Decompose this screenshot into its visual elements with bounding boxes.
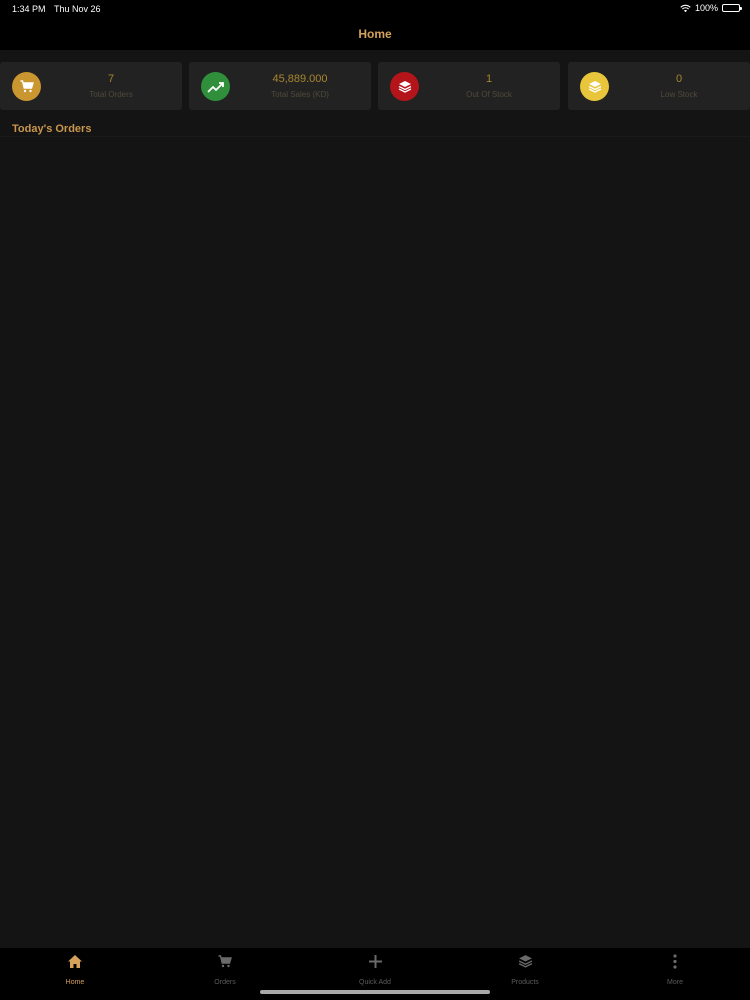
page-title: Home (358, 27, 392, 41)
layers-icon (580, 72, 609, 101)
home-indicator[interactable] (260, 990, 490, 994)
more-vertical-icon (673, 953, 677, 969)
stat-card-total-orders[interactable]: 7 Total Orders (0, 62, 182, 110)
tab-products[interactable]: Products (450, 948, 600, 992)
cart-icon (12, 72, 41, 101)
tab-products-label: Products (511, 979, 539, 986)
stat-card-low-stock[interactable]: 0 Low Stock (568, 62, 750, 110)
status-bar: 1:34 PM Thu Nov 26 100% (0, 0, 750, 18)
tab-home[interactable]: Home (0, 948, 150, 992)
navigation-bar: Home (0, 18, 750, 50)
battery-percent: 100% (694, 3, 718, 13)
battery-icon (722, 4, 742, 12)
tab-more[interactable]: More (600, 948, 750, 992)
status-date: Thu Nov 26 (54, 4, 101, 14)
total-sales-value: 45,889.000 (272, 73, 328, 85)
trending-up-icon (201, 72, 230, 101)
tab-orders-label: Orders (214, 979, 236, 986)
tab-quick-add-label: Quick Add (359, 979, 391, 986)
total-sales-label: Total Sales (KD) (271, 90, 329, 99)
tab-more-label: More (667, 979, 683, 986)
cart-icon (218, 953, 232, 969)
status-time: 1:34 PM (12, 4, 46, 14)
todays-orders-heading: Today's Orders (12, 123, 92, 135)
stat-card-out-of-stock[interactable]: 1 Out Of Stock (378, 62, 560, 110)
plus-icon (368, 953, 382, 969)
section-divider (0, 136, 750, 137)
low-stock-label: Low Stock (660, 90, 698, 99)
tab-quick-add[interactable]: Quick Add (300, 948, 450, 992)
status-indicators: 100% (680, 3, 742, 13)
wifi-icon (680, 4, 691, 13)
stat-card-total-sales[interactable]: 45,889.000 Total Sales (KD) (189, 62, 371, 110)
low-stock-value: 0 (675, 73, 683, 85)
out-of-stock-label: Out Of Stock (466, 90, 512, 99)
tab-home-label: Home (65, 979, 85, 986)
total-orders-value: 7 (107, 73, 115, 85)
out-of-stock-value: 1 (485, 73, 493, 85)
stats-row: 7 Total Orders 45,889.000 Total Sales (K… (0, 62, 750, 110)
home-screen: 1:34 PM Thu Nov 26 100% Home 7 Total Ord… (0, 0, 750, 1000)
layers-icon (390, 72, 419, 101)
layers-icon (518, 953, 533, 969)
total-orders-label: Total Orders (89, 90, 133, 99)
tab-orders[interactable]: Orders (150, 948, 300, 992)
home-icon (67, 953, 83, 969)
